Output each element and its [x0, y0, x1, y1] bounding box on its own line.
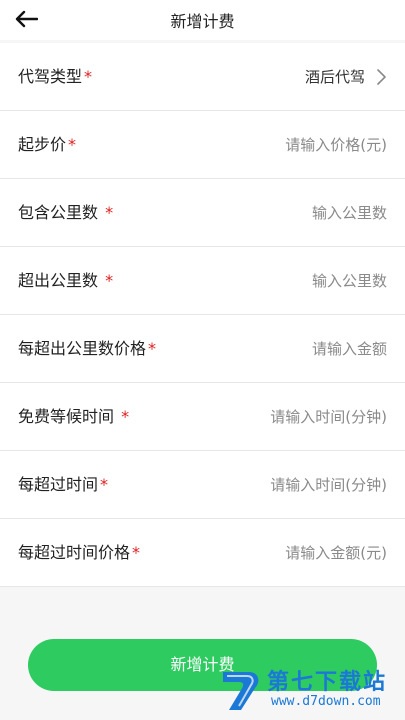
watermark: 第七下载站 www.d7down.com: [219, 664, 399, 716]
top-bar: 新增计费: [0, 0, 405, 40]
excess-km-price-label: 每超出公里数价格 *: [18, 339, 157, 358]
included-km-label: 包含公里数 *: [18, 203, 114, 222]
excess-km-price-input[interactable]: 请输入金额: [312, 315, 387, 383]
excess-time-input[interactable]: 请输入时间(分钟): [270, 451, 387, 519]
chevron-right-icon: [377, 69, 386, 85]
watermark-url: www.d7down.com: [271, 694, 381, 709]
free-wait-input[interactable]: 请输入时间(分钟): [270, 383, 387, 451]
free-wait-label: 免费等候时间 *: [18, 407, 130, 426]
required-mark: *: [105, 271, 114, 290]
included-km-input[interactable]: 输入公里数: [312, 179, 387, 247]
required-mark: *: [105, 203, 114, 222]
site-logo-icon: [223, 672, 259, 710]
required-mark: *: [148, 339, 157, 358]
required-mark: *: [68, 135, 77, 154]
base-price-input[interactable]: 请输入价格(元): [285, 111, 387, 179]
page-title: 新增计费: [170, 12, 235, 31]
base-price-label: 起步价 *: [18, 135, 77, 154]
required-mark: *: [84, 67, 93, 86]
required-mark: *: [132, 543, 141, 562]
base-price-row: 起步价 * 请输入价格(元): [0, 111, 405, 179]
billing-form: 代驾类型 * 酒后代驾 起步价 * 请输入价格(元) 包含公里数 * 输入公里数 超…: [0, 43, 405, 587]
watermark-title: 第七下载站: [267, 670, 388, 695]
required-mark: *: [121, 407, 130, 426]
driving-type-select[interactable]: 酒后代驾: [305, 43, 365, 111]
excess-km-row: 超出公里数 * 输入公里数: [0, 247, 405, 315]
required-mark: *: [100, 475, 109, 494]
excess-time-price-label: 每超过时间价格 *: [18, 543, 141, 562]
excess-km-price-row: 每超出公里数价格 * 请输入金额: [0, 315, 405, 383]
excess-km-label: 超出公里数 *: [18, 271, 114, 290]
excess-time-row: 每超过时间 * 请输入时间(分钟): [0, 451, 405, 519]
excess-time-price-input[interactable]: 请输入金额(元): [285, 519, 387, 587]
excess-km-input[interactable]: 输入公里数: [312, 247, 387, 315]
free-wait-row: 免费等候时间 * 请输入时间(分钟): [0, 383, 405, 451]
excess-time-price-row: 每超过时间价格 * 请输入金额(元): [0, 519, 405, 587]
excess-time-label: 每超过时间 *: [18, 475, 109, 494]
driving-type-row[interactable]: 代驾类型 * 酒后代驾: [0, 43, 405, 111]
driving-type-label: 代驾类型 *: [18, 67, 93, 86]
included-km-row: 包含公里数 * 输入公里数: [0, 179, 405, 247]
